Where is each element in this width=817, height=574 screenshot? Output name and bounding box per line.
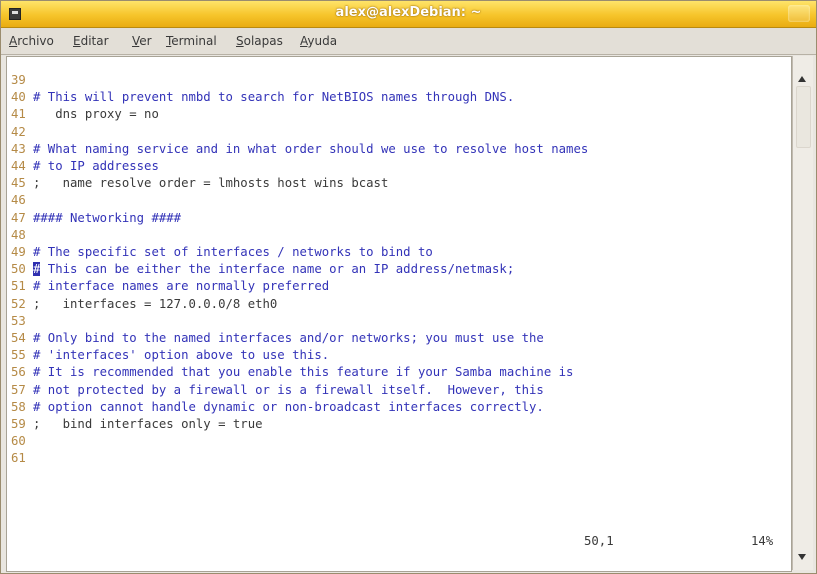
menu-ayuda[interactable]: Ayuda [300,34,337,48]
line-number: 53 [11,313,26,328]
terminal-content[interactable]: 39 40 # This will prevent nmbd to search f… [6,56,792,572]
editor-line: 49 # The specific set of interfaces / net… [7,244,433,261]
line-text: # not protected by a firewall or is a fi… [33,382,544,397]
line-number: 60 [11,434,26,449]
editor-line: 41 dns proxy = no [7,106,159,123]
editor-line: 47 #### Networking #### [7,210,181,227]
menu-archivo[interactable]: Archivo [9,34,54,48]
editor-line: 57 # not protected by a firewall or is a … [7,382,544,399]
editor-line: 51 # interface names are normally preferr… [7,278,329,295]
line-text: # This will prevent nmbd to search for N… [33,90,515,105]
line-number: 40 [11,90,26,105]
line-text: dns proxy = no [33,107,159,122]
line-number: 39 [11,73,26,87]
scrollbar-thumb[interactable] [796,86,811,148]
menu-terminal[interactable]: Terminal [166,34,217,48]
line-number: 42 [11,124,26,139]
line-number: 55 [11,348,26,363]
line-text: # What naming service and in what order … [33,141,589,156]
editor-line: 39 [7,72,33,89]
scroll-percent: 14% [751,534,774,548]
menu-ver[interactable]: Ver [132,34,152,48]
line-text: ; name resolve order = lmhosts host wins… [33,176,389,191]
line-text: ; interfaces = 127.0.0.0/8 eth0 [33,296,278,311]
editor-line: 53 [7,313,33,330]
editor-line: 50 # This can be either the interface nam… [7,261,514,278]
editor-line: 40 # This will prevent nmbd to search for… [7,89,514,106]
line-text: # option cannot handle dynamic or non-br… [33,399,544,414]
editor-line: 56 # It is recommended that you enable th… [7,364,573,381]
arrow-up-icon[interactable] [798,76,806,82]
line-number: 48 [11,227,26,242]
editor-line: 43 # What naming service and in what orde… [7,141,588,158]
line-text: # Only bind to the named interfaces and/… [33,331,544,345]
line-number: 41 [11,107,26,122]
editor-line: 45 ; name resolve order = lmhosts host wi… [7,175,388,192]
menu-bar: Archivo Editar Ver Terminal Solapas Ayud… [1,28,816,55]
line-text-rest: This can be either the interface name or… [40,262,515,277]
editor-line: 60 [7,433,33,450]
line-number: 43 [11,141,26,156]
editor-line: 44 # to IP addresses [7,158,159,175]
editor-line: 52 ; interfaces = 127.0.0.0/8 eth0 [7,296,277,313]
line-number: 46 [11,193,26,208]
line-number: 49 [11,245,26,259]
close-icon[interactable] [788,5,810,22]
line-number: 54 [11,331,26,345]
line-text: #### Networking #### [33,210,182,225]
editor-line: 59 ; bind interfaces only = true [7,416,263,433]
line-number: 45 [11,176,26,191]
line-number: 52 [11,296,26,311]
line-number: 58 [11,399,26,414]
line-text: # The specific set of interfaces / netwo… [33,245,433,259]
vertical-scrollbar[interactable] [792,56,813,570]
line-number: 57 [11,382,26,397]
menu-solapas[interactable]: Solapas [236,34,283,48]
editor-line: 58 # option cannot handle dynamic or non-… [7,399,544,416]
line-text: # It is recommended that you enable this… [33,365,574,380]
line-number: 47 [11,210,26,225]
line-number: 61 [11,451,26,466]
menu-editar[interactable]: Editar [73,34,109,48]
window-title: alex@alexDebian: ~ [335,5,482,20]
line-text: # 'interfaces' option above to use this. [33,348,330,363]
editor-line: 55 # 'interfaces' option above to use thi… [7,347,329,364]
cursor-position: 50,1 [584,534,614,548]
line-number: 51 [11,279,26,294]
line-text: # This can be either the interface name … [33,262,515,277]
line-number: 59 [11,417,26,431]
arrow-down-icon[interactable] [798,554,806,560]
title-bar[interactable]: alex@alexDebian: ~ [1,1,816,28]
editor-line: 42 [7,124,33,141]
editor-line: 61 [7,450,33,467]
editor-line: 54 # Only bind to the named interfaces an… [7,330,544,347]
line-number: 50 [11,262,26,277]
line-text: ; bind interfaces only = true [33,417,263,431]
editor-line: 46 [7,192,33,209]
line-text: # to IP addresses [33,159,159,173]
editor-line: 48 [7,227,33,244]
line-number: 44 [11,159,26,173]
terminal-window: alex@alexDebian: ~ Archivo Editar Ver Te… [0,0,817,574]
line-text: # interface names are normally preferred [33,279,330,294]
line-number: 56 [11,365,26,380]
